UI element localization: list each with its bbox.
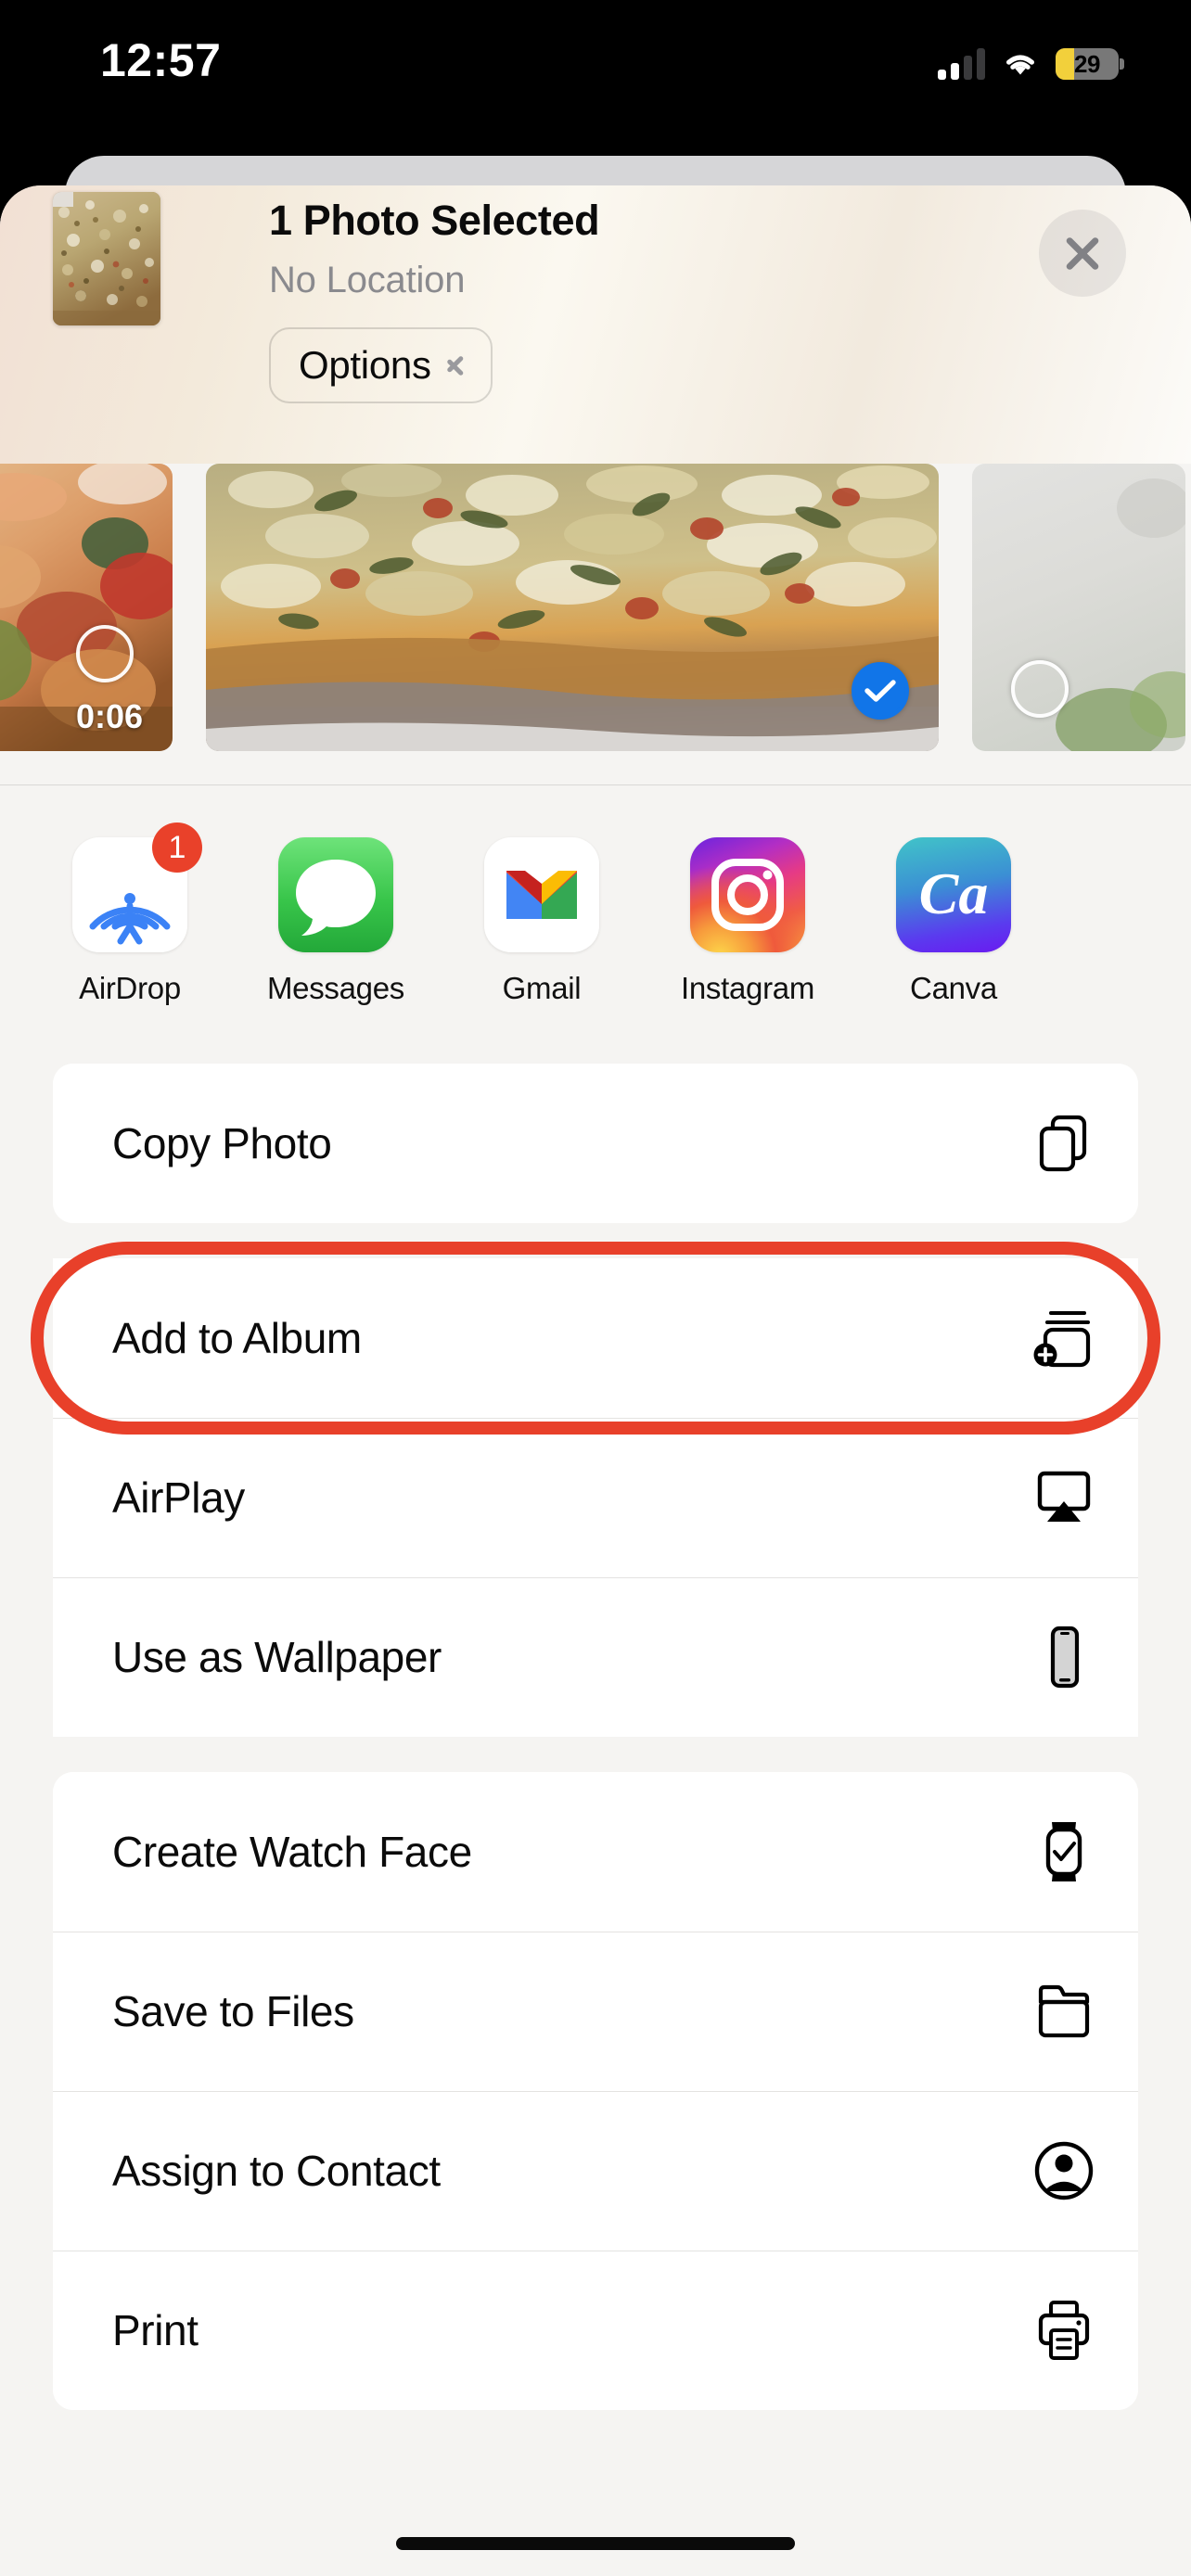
action-row-create-watch-face[interactable]: Create Watch Face [53, 1772, 1138, 1932]
share-app-instagram[interactable]: Instagram [672, 837, 824, 1036]
video-duration-label: 0:06 [76, 697, 143, 736]
add-to-album-icon [1031, 1305, 1097, 1371]
share-app-gmail[interactable]: Gmail [466, 837, 618, 1036]
action-row-print[interactable]: Print [53, 2251, 1138, 2410]
status-bar-indicators: 29 [938, 48, 1119, 80]
photo-preview-selected[interactable] [206, 464, 939, 751]
photo-select-circle[interactable] [76, 625, 134, 682]
folder-icon [1031, 1978, 1097, 2045]
share-app-row[interactable]: 1 AirDrop Messages [0, 785, 1191, 1036]
watch-face-icon [1031, 1818, 1097, 1885]
action-label: Save to Files [112, 1986, 1031, 2036]
svg-text:Ca: Ca [919, 861, 989, 926]
carousel-divider [0, 784, 1191, 785]
contact-circle-icon [1031, 2137, 1097, 2204]
close-icon[interactable] [1039, 210, 1126, 297]
action-label: Use as Wallpaper [112, 1632, 1031, 1682]
wifi-icon [1002, 50, 1039, 78]
printer-icon [1031, 2297, 1097, 2364]
action-group: Create Watch Face Save to Files [53, 1772, 1138, 2410]
location-subtitle: No Location [269, 260, 599, 301]
action-row-assign-to-contact[interactable]: Assign to Contact [53, 2091, 1138, 2251]
photo-preview-next[interactable] [972, 464, 1185, 751]
share-app-messages[interactable]: Messages [260, 837, 412, 1036]
action-label: Copy Photo [112, 1118, 1031, 1168]
gmail-icon[interactable] [484, 837, 599, 952]
action-row-save-to-files[interactable]: Save to Files [53, 1932, 1138, 2091]
checkmark-icon [864, 679, 896, 703]
action-label: AirPlay [112, 1473, 1031, 1523]
status-bar-clock: 12:57 [100, 33, 221, 87]
action-row-copy-photo[interactable]: Copy Photo [53, 1064, 1138, 1223]
action-row-airplay[interactable]: AirPlay [53, 1418, 1138, 1577]
share-app-label: Gmail [503, 971, 582, 1006]
action-row-use-as-wallpaper[interactable]: Use as Wallpaper [53, 1577, 1138, 1737]
selected-photo-thumbnail[interactable] [53, 192, 160, 325]
instagram-icon[interactable] [690, 837, 805, 952]
copy-icon [1031, 1110, 1097, 1177]
share-app-canva[interactable]: Ca Canva [877, 837, 1030, 1036]
action-list: Copy Photo Add to Album [0, 1036, 1191, 2410]
airdrop-icon[interactable]: 1 [72, 837, 187, 952]
share-sheet-header: 1 Photo Selected No Location Options [0, 185, 1191, 464]
share-sheet: 1 Photo Selected No Location Options [0, 185, 1191, 2576]
action-group: Add to Album AirPlay [53, 1258, 1138, 1737]
action-label: Print [112, 2305, 1031, 2355]
photo-select-circle[interactable] [1011, 660, 1069, 718]
action-group: Copy Photo [53, 1064, 1138, 1223]
cellular-signal-icon [938, 48, 985, 80]
share-app-label: Messages [267, 971, 404, 1006]
action-label: Add to Album [112, 1313, 1031, 1363]
battery-percent-label: 29 [1056, 48, 1119, 80]
status-bar: 12:57 29 [0, 0, 1191, 122]
share-app-label: Instagram [681, 971, 814, 1006]
battery-icon: 29 [1056, 48, 1119, 80]
options-button[interactable]: Options [269, 327, 493, 403]
airplay-icon [1031, 1464, 1097, 1531]
canva-icon[interactable]: Ca [896, 837, 1011, 952]
page-title: 1 Photo Selected [269, 197, 599, 245]
share-app-airdrop[interactable]: 1 AirDrop [54, 837, 206, 1036]
photo-carousel[interactable]: 0:06 [0, 464, 1191, 751]
share-sheet-header-text: 1 Photo Selected No Location Options [269, 185, 599, 403]
home-indicator[interactable] [396, 2537, 795, 2550]
share-app-label: Canva [910, 971, 997, 1006]
photo-select-circle[interactable] [852, 662, 909, 720]
photo-preview-video[interactable]: 0:06 [0, 464, 173, 751]
action-label: Create Watch Face [112, 1827, 1031, 1877]
action-row-add-to-album[interactable]: Add to Album [53, 1258, 1138, 1418]
airdrop-badge: 1 [152, 823, 202, 873]
chevron-right-icon [446, 351, 463, 379]
messages-icon[interactable] [278, 837, 393, 952]
options-button-label: Options [299, 343, 431, 388]
share-app-label: AirDrop [79, 971, 181, 1006]
wallpaper-icon [1031, 1624, 1097, 1690]
action-label: Assign to Contact [112, 2146, 1031, 2196]
